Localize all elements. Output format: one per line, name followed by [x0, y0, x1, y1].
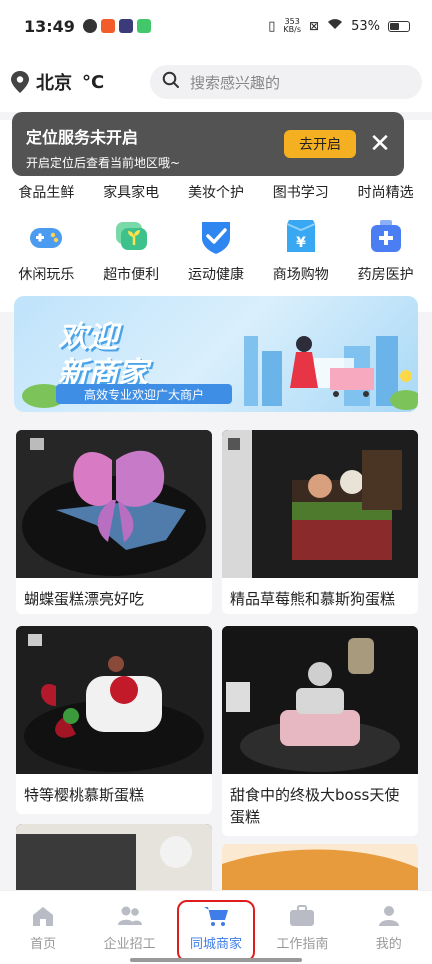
- category-fashion[interactable]: 时尚精选: [343, 174, 428, 212]
- tab-label: 工作指南: [276, 937, 329, 952]
- product-image: [16, 626, 212, 774]
- category-label: 商场购物: [272, 267, 329, 283]
- tab-label: 首页: [30, 937, 57, 952]
- location-service-banner: 定位服务未开启 开启定位后查看当前地区哦~ 去开启 ✕: [12, 112, 404, 176]
- category-food[interactable]: 食品生鲜: [4, 174, 89, 212]
- product-card[interactable]: 特等樱桃慕斯蛋糕: [16, 626, 212, 814]
- tab-label: 我的: [375, 937, 402, 952]
- home-icon: [30, 905, 56, 927]
- category-label: 图书学习: [272, 185, 329, 201]
- product-image: [16, 430, 212, 578]
- product-name: 甜食中的终极大boss天使蛋糕: [230, 786, 400, 826]
- category-label: 休闲玩乐: [18, 267, 75, 283]
- product-name: 特等樱桃慕斯蛋糕: [24, 786, 145, 804]
- product-card[interactable]: [222, 844, 418, 890]
- tab-home[interactable]: 首页: [3, 905, 83, 964]
- active-tab-highlight: [177, 900, 255, 962]
- enable-location-button[interactable]: 去开启: [284, 130, 356, 158]
- tab-recruitment[interactable]: 企业招工: [90, 905, 170, 964]
- sprout-chat-icon: [111, 216, 151, 256]
- category-label: 运动健康: [187, 267, 244, 283]
- tab-work-guide[interactable]: 工作指南: [262, 905, 342, 964]
- battery-percent: 53%: [351, 18, 380, 34]
- notification-app-icon: [82, 19, 97, 33]
- main-content[interactable]: 食品生鲜 家具家电 美妆个护 图书学习 时尚精选 休闲玩乐 超市便利 运动健康 …: [0, 112, 432, 890]
- vibrate-icon: ▯: [268, 18, 276, 34]
- briefcase-icon: [289, 905, 315, 927]
- svg-text:¥: ¥: [296, 235, 306, 251]
- product-name: 蝴蝶蛋糕漂亮好吃: [24, 590, 145, 608]
- gamepad-icon: [26, 216, 66, 256]
- category-furniture[interactable]: 家具家电: [89, 174, 174, 212]
- category-label: 药房医护: [357, 267, 414, 283]
- notification-app-icon: [100, 19, 115, 33]
- close-icon[interactable]: ✕: [366, 129, 394, 159]
- category-label: 时尚精选: [357, 185, 414, 201]
- location-pin-icon: [10, 70, 30, 94]
- category-label: 超市便利: [103, 267, 160, 283]
- notification-app-icon: [136, 19, 151, 33]
- yen-bag-icon: ¥: [281, 216, 321, 256]
- product-card[interactable]: 精品草莓熊和慕斯狗蛋糕: [222, 430, 418, 614]
- notification-app-icon: [118, 19, 133, 33]
- top-header: 北京 °C 搜索感兴趣的: [0, 52, 432, 112]
- category-beauty[interactable]: 美妆个护: [174, 174, 259, 212]
- user-icon: [376, 905, 402, 927]
- people-icon: [117, 905, 143, 927]
- product-image: [222, 430, 418, 578]
- network-speed-unit: KB/s: [283, 25, 302, 34]
- battery-fill: [390, 22, 399, 30]
- product-image: [16, 824, 212, 890]
- product-card[interactable]: [16, 824, 212, 890]
- search-placeholder: 搜索感兴趣的: [190, 73, 281, 92]
- shield-check-icon: [196, 216, 236, 256]
- location-selector[interactable]: 北京 °C: [10, 69, 150, 95]
- sim-icon: ⊠: [309, 19, 320, 33]
- status-time: 13:49: [24, 16, 75, 36]
- tab-profile[interactable]: 我的: [349, 905, 429, 964]
- product-image: [222, 626, 418, 774]
- wifi-icon: [327, 18, 343, 34]
- search-icon: [162, 71, 180, 93]
- category-row-1: 食品生鲜 家具家电 美妆个护 图书学习 时尚精选: [0, 174, 432, 212]
- status-bar: 13:49 ▯ 353 KB/s ⊠ 53%: [0, 0, 432, 52]
- search-input[interactable]: 搜索感兴趣的: [150, 65, 422, 99]
- promo-tagline: 高效专业欢迎广大商户: [56, 384, 232, 404]
- medkit-icon: [366, 216, 406, 256]
- product-card[interactable]: 蝴蝶蛋糕漂亮好吃: [16, 430, 212, 614]
- notification-icons: [82, 19, 151, 33]
- product-image: [222, 844, 418, 890]
- category-books[interactable]: 图书学习: [258, 174, 343, 212]
- city-name: 北京: [36, 73, 72, 94]
- product-name: 精品草莓熊和慕斯狗蛋糕: [230, 590, 396, 608]
- tab-label: 企业招工: [103, 937, 156, 952]
- battery-icon: [388, 20, 410, 32]
- promo-banner[interactable]: 欢迎 新商家 高效专业欢迎广大商户: [14, 296, 418, 412]
- home-indicator[interactable]: [130, 958, 302, 962]
- category-label: 家具家电: [103, 185, 160, 201]
- category-label: 美妆个护: [187, 185, 244, 201]
- product-card[interactable]: 甜食中的终极大boss天使蛋糕: [222, 626, 418, 836]
- category-label: 食品生鲜: [18, 185, 75, 201]
- network-speed: 353 KB/s: [283, 18, 301, 34]
- temperature-unit: °C: [82, 71, 105, 93]
